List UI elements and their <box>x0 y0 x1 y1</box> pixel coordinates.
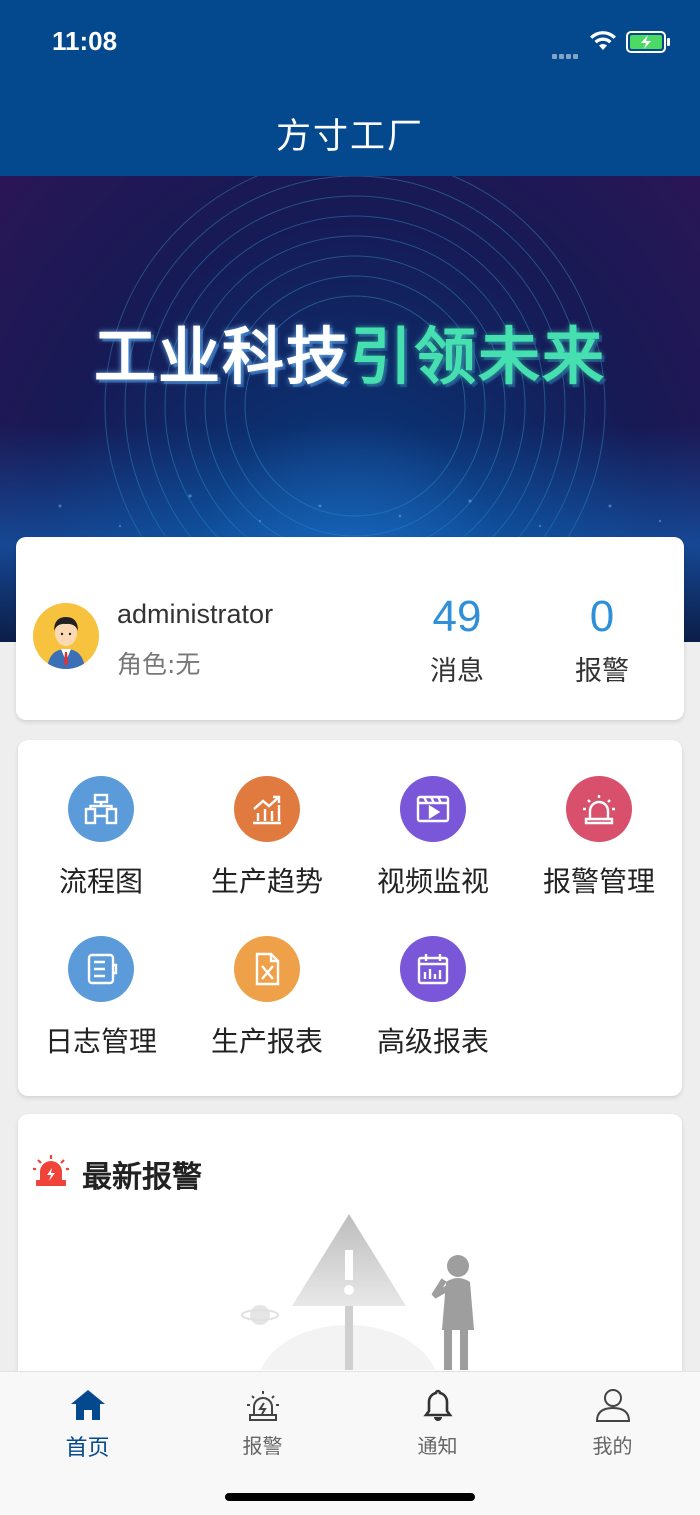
flowchart-icon <box>68 776 134 842</box>
menu-item-flowchart[interactable]: 流程图 <box>18 776 184 900</box>
tab-alarm[interactable]: 报警 <box>175 1388 350 1459</box>
avatar[interactable] <box>33 603 99 669</box>
menu-item-production-report[interactable]: 生产报表 <box>184 936 350 1060</box>
function-menu: 流程图 生产趋势 视频监视 报警管理 日志管理 生产报表 高级报表 <box>18 740 682 1096</box>
empty-state-illustration <box>241 1214 474 1370</box>
user-info-card: administrator 角色:无 49 消息 0 报警 <box>16 537 684 720</box>
banner-slogan: 工业科技引领未来 <box>93 320 607 393</box>
alarms-label: 报警 <box>575 656 629 687</box>
excel-report-icon <box>234 936 300 1002</box>
battery-icon <box>626 31 670 53</box>
messages-label: 消息 <box>430 656 484 687</box>
user-icon <box>595 1389 630 1422</box>
latest-alarms-title: 最新报警 <box>82 1160 202 1195</box>
username: administrator <box>117 599 274 629</box>
menu-item-advanced-report[interactable]: 高级报表 <box>350 936 516 1060</box>
status-bar: 11:08 <box>0 0 700 90</box>
status-time: 11:08 <box>52 26 118 56</box>
wifi-icon <box>590 31 616 50</box>
alarms-stat[interactable]: 0 报警 <box>542 593 662 688</box>
tab-profile[interactable]: 我的 <box>525 1388 700 1459</box>
trend-chart-icon <box>234 776 300 842</box>
messages-stat[interactable]: 49 消息 <box>397 593 517 688</box>
alarms-count: 0 <box>589 592 615 641</box>
user-role: 角色:无 <box>117 650 201 679</box>
alarm-light-icon <box>566 776 632 842</box>
menu-item-log-management[interactable]: 日志管理 <box>18 936 184 1060</box>
menu-item-video-monitor[interactable]: 视频监视 <box>350 776 516 900</box>
calendar-report-icon <box>400 936 466 1002</box>
nav-bar: 方寸工厂 <box>0 90 700 176</box>
latest-alarms-card: 最新报警 <box>18 1114 682 1414</box>
menu-item-production-trend[interactable]: 生产趋势 <box>184 776 350 900</box>
log-icon <box>68 936 134 1002</box>
tab-notification[interactable]: 通知 <box>350 1388 525 1459</box>
page-title: 方寸工厂 <box>275 117 424 157</box>
tab-home[interactable]: 首页 <box>0 1388 175 1462</box>
alarm-light-icon <box>33 1155 69 1186</box>
menu-item-alarm-management[interactable]: 报警管理 <box>516 776 682 900</box>
home-icon <box>70 1390 105 1420</box>
messages-count: 49 <box>432 592 482 641</box>
signal-icon <box>552 44 580 63</box>
home-indicator <box>225 1493 475 1501</box>
video-icon <box>400 776 466 842</box>
alarm-icon <box>246 1391 279 1421</box>
bell-icon <box>422 1389 453 1421</box>
